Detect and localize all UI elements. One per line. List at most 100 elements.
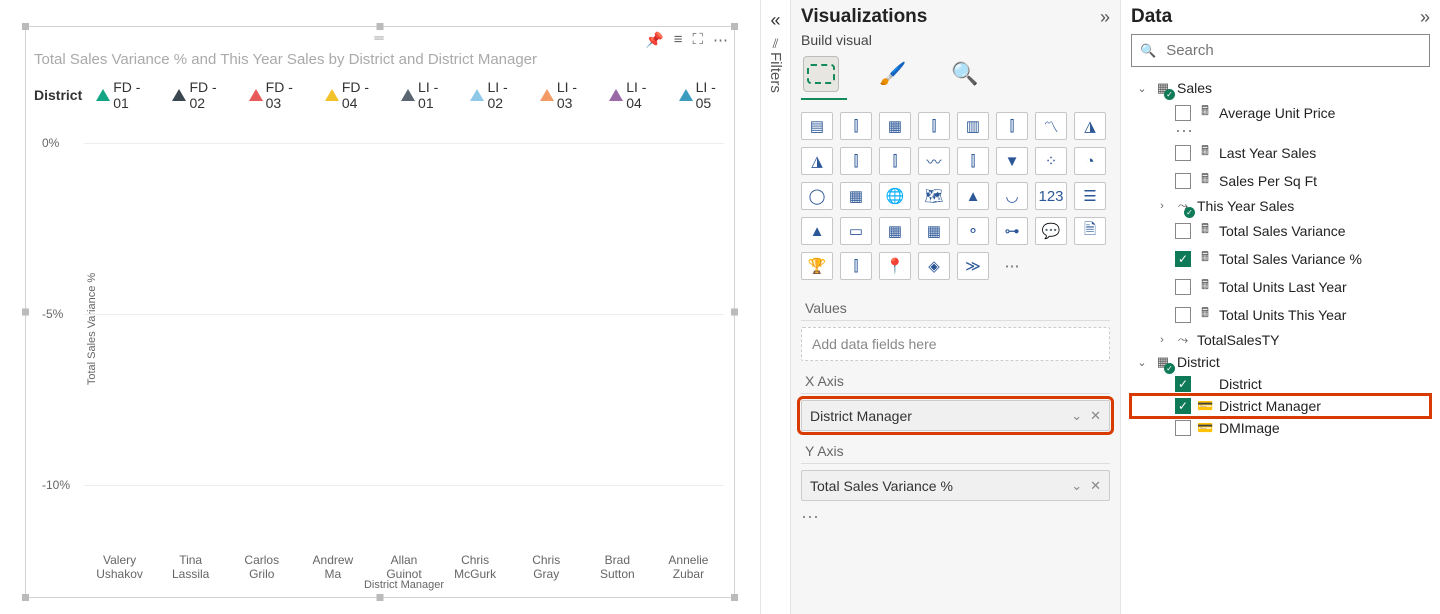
field-row[interactable]: ›⤳TotalSalesTY xyxy=(1131,329,1430,351)
expand-filters-icon[interactable]: « xyxy=(770,10,780,31)
chip-dropdown-icon[interactable]: ⌄ xyxy=(1071,478,1082,493)
field-row[interactable]: ›⤳This Year Sales xyxy=(1131,195,1430,217)
viz-r-visual-icon[interactable]: ⚬ xyxy=(957,217,989,245)
legend-item[interactable]: LI - 05 xyxy=(679,79,734,111)
viz-table-icon[interactable]: ▦ xyxy=(879,217,911,245)
field-checkbox[interactable]: ✓ xyxy=(1175,398,1191,414)
viz-scatter-icon[interactable]: ⁘ xyxy=(1035,147,1067,175)
field-checkbox[interactable] xyxy=(1175,420,1191,436)
more-icon[interactable]: ⋯ xyxy=(1131,127,1430,135)
viz-clustered-bar-icon[interactable]: ⫿ xyxy=(840,112,872,140)
viz-waterfall-icon[interactable]: ⫿ xyxy=(957,147,989,175)
viz-automate-icon[interactable]: ≫ xyxy=(957,252,989,280)
field-row[interactable]: 🖩Total Sales Variance xyxy=(1131,217,1430,245)
field-row[interactable]: 💳DMImage xyxy=(1131,417,1430,439)
resize-handle[interactable] xyxy=(731,23,738,30)
viz-100-stacked-column-icon[interactable]: ⫿ xyxy=(996,112,1028,140)
chip-remove-icon[interactable]: ✕ xyxy=(1090,478,1101,493)
resize-handle[interactable] xyxy=(22,309,29,316)
viz-azure-map-icon[interactable]: ▲ xyxy=(957,182,989,210)
legend-item[interactable]: LI - 02 xyxy=(470,79,525,111)
filter-icon[interactable]: ≡ xyxy=(674,31,683,49)
field-checkbox[interactable]: ✓ xyxy=(1175,251,1191,267)
analytics-tab[interactable]: 🔍 xyxy=(947,56,983,92)
drag-handle-icon[interactable]: ═ xyxy=(374,30,385,45)
resize-handle[interactable] xyxy=(377,594,384,601)
resize-handle[interactable] xyxy=(377,23,384,30)
focus-mode-icon[interactable]: ⛶ xyxy=(692,31,703,49)
field-row[interactable]: 🖩Total Units This Year xyxy=(1131,301,1430,329)
resize-handle[interactable] xyxy=(22,23,29,30)
viz-clustered-column-icon[interactable]: ⫿ xyxy=(918,112,950,140)
viz-powerapps-icon[interactable]: ◈ xyxy=(918,252,950,280)
viz-qa-icon[interactable]: 🏆 xyxy=(801,252,833,280)
resize-handle[interactable] xyxy=(22,594,29,601)
field-row[interactable]: 🖩Total Units Last Year xyxy=(1131,273,1430,301)
viz-funnel-icon[interactable]: ▼ xyxy=(996,147,1028,175)
field-checkbox[interactable] xyxy=(1175,173,1191,189)
resize-handle[interactable] xyxy=(731,309,738,316)
viz-decomposition-tree-icon[interactable]: 🗎 xyxy=(1074,217,1106,245)
well-xaxis-chip[interactable]: District Manager ⌄✕ xyxy=(801,400,1110,431)
collapse-data-icon[interactable]: » xyxy=(1420,7,1430,28)
resize-handle[interactable] xyxy=(731,594,738,601)
viz-stacked-area-icon[interactable]: ◮ xyxy=(801,147,833,175)
viz-get-more-icon[interactable]: ⋯ xyxy=(996,252,1028,280)
viz-kpi-icon[interactable]: ▲ xyxy=(801,217,833,245)
viz-multi-row-card-icon[interactable]: ☰ xyxy=(1074,182,1106,210)
format-visual-tab[interactable]: 🖌️ xyxy=(875,56,911,92)
viz-paginated-icon[interactable]: ⫿ xyxy=(840,252,872,280)
filters-pane-collapsed[interactable]: « ⫽ Filters xyxy=(760,0,790,614)
legend-item[interactable]: LI - 03 xyxy=(540,79,595,111)
viz-matrix-icon[interactable]: ▦ xyxy=(918,217,950,245)
chart-plot-area[interactable]: Total Sales Variance % District Manager … xyxy=(84,109,724,549)
table-row-sales[interactable]: ⌄▦Sales xyxy=(1131,77,1430,99)
viz-ribbon-icon[interactable]: 〰 xyxy=(918,147,950,175)
field-checkbox[interactable] xyxy=(1175,223,1191,239)
viz-pie-icon[interactable]: ◔ xyxy=(1074,147,1106,175)
viz-slicer-icon[interactable]: ▭ xyxy=(840,217,872,245)
field-checkbox[interactable] xyxy=(1175,307,1191,323)
viz-line-clustered-column-icon[interactable]: ⫿ xyxy=(879,147,911,175)
pin-icon[interactable]: 📌 xyxy=(645,31,664,49)
field-row-district-manager[interactable]: ✓💳District Manager xyxy=(1131,395,1430,417)
viz-area-icon[interactable]: ◮ xyxy=(1074,112,1106,140)
viz-treemap-icon[interactable]: ▦ xyxy=(840,182,872,210)
field-checkbox[interactable] xyxy=(1175,279,1191,295)
chip-remove-icon[interactable]: ✕ xyxy=(1090,408,1101,423)
more-options-icon[interactable]: ⋯ xyxy=(713,31,728,49)
build-visual-tab[interactable] xyxy=(803,56,839,92)
search-input[interactable] xyxy=(1164,41,1421,60)
visual-frame[interactable]: ═ 📌 ≡ ⛶ ⋯ Total Sales Variance % and Thi… xyxy=(25,26,735,598)
legend-item[interactable]: LI - 01 xyxy=(401,79,456,111)
viz-arcgis-icon[interactable]: 📍 xyxy=(879,252,911,280)
more-options-icon[interactable]: ⋯ xyxy=(801,507,1110,528)
viz-100-stacked-bar-icon[interactable]: ▥ xyxy=(957,112,989,140)
table-row-district[interactable]: ⌄▦District xyxy=(1131,351,1430,373)
viz-gauge-icon[interactable]: ◡ xyxy=(996,182,1028,210)
field-checkbox[interactable]: ✓ xyxy=(1175,376,1191,392)
well-yaxis-chip[interactable]: Total Sales Variance % ⌄✕ xyxy=(801,470,1110,501)
legend-item[interactable]: LI - 04 xyxy=(609,79,664,111)
field-checkbox[interactable] xyxy=(1175,145,1191,161)
viz-key-influencers-icon[interactable]: 💬 xyxy=(1035,217,1067,245)
report-canvas[interactable]: ═ 📌 ≡ ⛶ ⋯ Total Sales Variance % and Thi… xyxy=(0,0,760,614)
viz-card-icon[interactable]: 123 xyxy=(1035,182,1067,210)
viz-stacked-bar-icon[interactable]: ▤ xyxy=(801,112,833,140)
well-values-dropzone[interactable]: Add data fields here xyxy=(801,327,1110,361)
legend-item[interactable]: FD - 01 xyxy=(96,79,158,111)
viz-line-stacked-column-icon[interactable]: ⫿ xyxy=(840,147,872,175)
field-row[interactable]: ✓🖩Total Sales Variance % xyxy=(1131,245,1430,273)
field-row[interactable]: ✓District xyxy=(1131,373,1430,395)
viz-line-icon[interactable]: 〽 xyxy=(1035,112,1067,140)
legend-item[interactable]: FD - 03 xyxy=(249,79,311,111)
viz-map-icon[interactable]: 🌐 xyxy=(879,182,911,210)
field-row[interactable]: 🖩Sales Per Sq Ft xyxy=(1131,167,1430,195)
viz-py-visual-icon[interactable]: ⊶ xyxy=(996,217,1028,245)
legend-item[interactable]: FD - 04 xyxy=(325,79,387,111)
viz-donut-icon[interactable]: ◯ xyxy=(801,182,833,210)
chip-dropdown-icon[interactable]: ⌄ xyxy=(1071,408,1082,423)
search-box[interactable]: 🔍 xyxy=(1131,34,1430,67)
legend-item[interactable]: FD - 02 xyxy=(172,79,234,111)
field-row[interactable]: 🖩Last Year Sales xyxy=(1131,139,1430,167)
